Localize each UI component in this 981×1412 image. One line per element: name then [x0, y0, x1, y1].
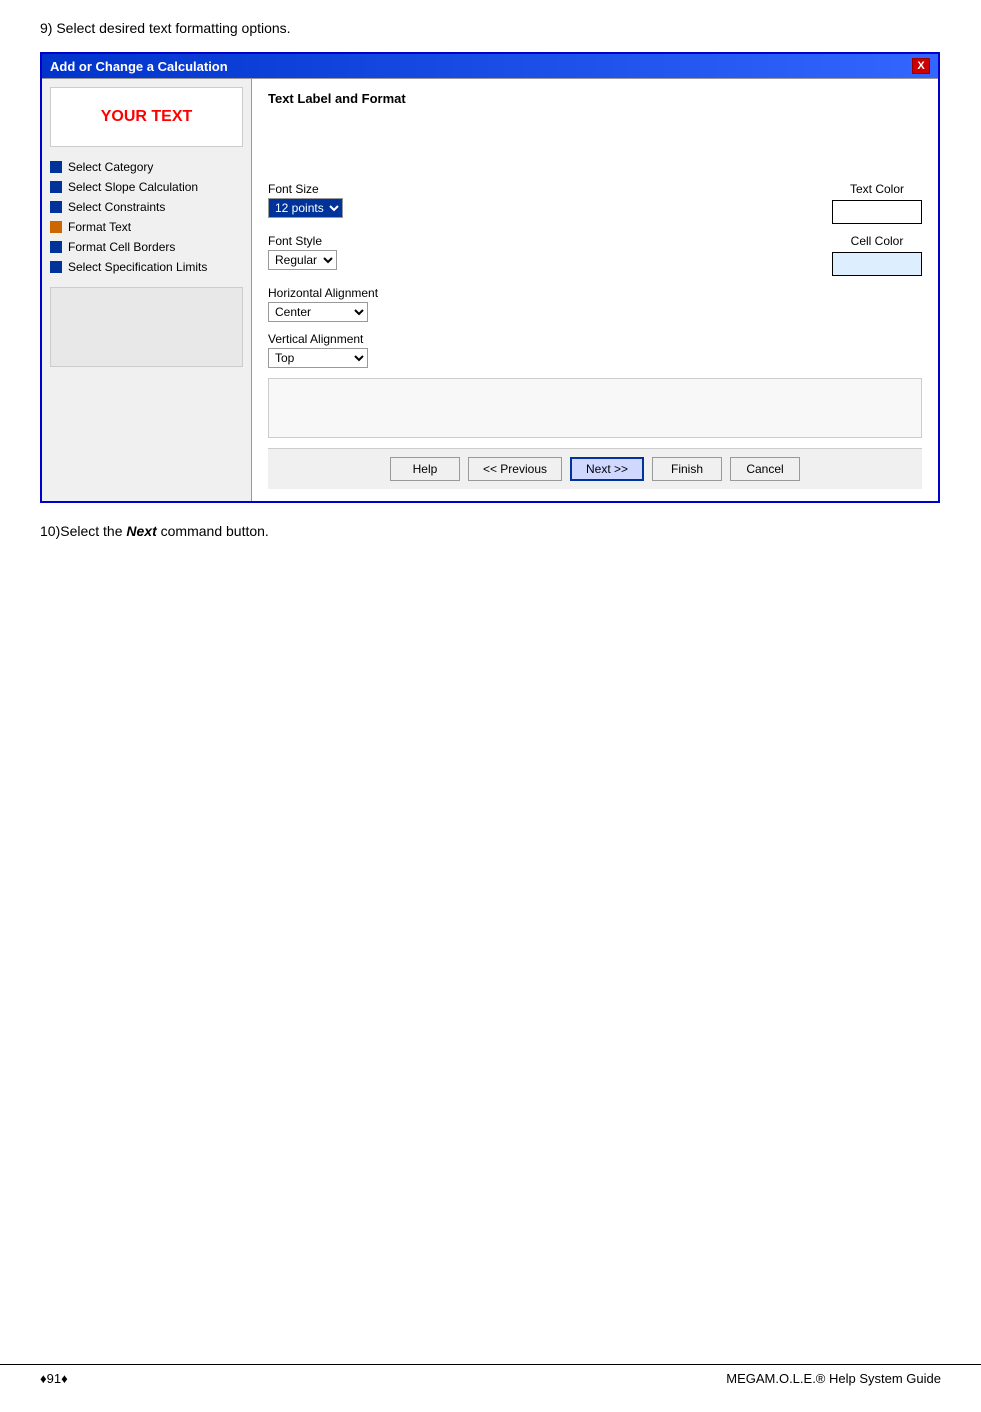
dialog-left-panel: YOUR TEXT Select Category Select Slope C…	[42, 79, 252, 501]
nav-item-select-slope[interactable]: Select Slope Calculation	[50, 179, 243, 195]
dialog-footer: Help << Previous Next >> Finish Cancel	[268, 448, 922, 489]
step9-text: 9) Select desired text formatting option…	[40, 20, 940, 36]
nav-label: Format Cell Borders	[68, 240, 175, 254]
text-color-group: Text Color	[832, 182, 922, 224]
nav-label: Select Constraints	[68, 200, 165, 214]
dialog-right-panel: Text Label and Format Font Size 12 point…	[252, 79, 938, 501]
nav-dot-blue2	[50, 181, 62, 193]
dialog-window: Add or Change a Calculation X YOUR TEXT …	[40, 52, 940, 503]
step10-text: 10)Select the Next command button.	[40, 523, 940, 539]
font-style-group: Font Style Regular Bold Italic	[268, 234, 337, 270]
page-footer: ♦91♦ MEGAM.O.L.E.® Help System Guide	[0, 1364, 981, 1392]
h-align-group: Horizontal Alignment Center Left Right	[268, 286, 922, 322]
footer-left: ♦91♦	[40, 1371, 68, 1386]
top-spacer	[268, 122, 922, 172]
font-size-group: Font Size 12 points 8 points 10 points 1…	[268, 182, 343, 218]
nav-dot-blue4	[50, 241, 62, 253]
nav-dot-blue3	[50, 201, 62, 213]
help-button[interactable]: Help	[390, 457, 460, 481]
font-size-select[interactable]: 12 points 8 points 10 points 14 points 1…	[268, 198, 343, 218]
nav-item-select-spec-limits[interactable]: Select Specification Limits	[50, 259, 243, 275]
dialog-titlebar: Add or Change a Calculation X	[42, 54, 938, 78]
cell-color-label: Cell Color	[851, 234, 904, 248]
font-style-label: Font Style	[268, 234, 337, 248]
nav-item-format-text[interactable]: Format Text	[50, 219, 243, 235]
v-align-label: Vertical Alignment	[268, 332, 922, 346]
font-style-select[interactable]: Regular Bold Italic	[268, 250, 337, 270]
nav-dot-blue5	[50, 261, 62, 273]
cell-color-group: Cell Color	[832, 234, 922, 276]
dialog-title: Add or Change a Calculation	[50, 59, 228, 74]
nav-label: Select Specification Limits	[68, 260, 207, 274]
text-color-label: Text Color	[850, 182, 904, 196]
h-align-select[interactable]: Center Left Right	[268, 302, 368, 322]
text-color-box[interactable]	[832, 200, 922, 224]
h-align-label: Horizontal Alignment	[268, 286, 922, 300]
footer-right: MEGAM.O.L.E.® Help System Guide	[726, 1371, 941, 1386]
v-align-group: Vertical Alignment Top Middle Bottom	[268, 332, 922, 368]
previous-button[interactable]: << Previous	[468, 457, 562, 481]
your-text-label: YOUR TEXT	[101, 108, 193, 126]
nav-dot-orange	[50, 221, 62, 233]
nav-item-format-cell-borders[interactable]: Format Cell Borders	[50, 239, 243, 255]
dialog-body: YOUR TEXT Select Category Select Slope C…	[42, 78, 938, 501]
left-panel-bottom-area	[50, 287, 243, 367]
cancel-button[interactable]: Cancel	[730, 457, 800, 481]
section-title: Text Label and Format	[268, 91, 922, 106]
nav-label: Format Text	[68, 220, 131, 234]
nav-item-select-constraints[interactable]: Select Constraints	[50, 199, 243, 215]
nav-label: Select Category	[68, 160, 153, 174]
next-button[interactable]: Next >>	[570, 457, 644, 481]
v-align-select[interactable]: Top Middle Bottom	[268, 348, 368, 368]
nav-dot-blue	[50, 161, 62, 173]
form-row-font-size-text-color: Font Size 12 points 8 points 10 points 1…	[268, 182, 922, 224]
bottom-preview-area	[268, 378, 922, 438]
close-button[interactable]: X	[912, 58, 930, 74]
finish-button[interactable]: Finish	[652, 457, 722, 481]
nav-label: Select Slope Calculation	[68, 180, 198, 194]
cell-color-box[interactable]	[832, 252, 922, 276]
nav-item-select-category[interactable]: Select Category	[50, 159, 243, 175]
your-text-box: YOUR TEXT	[50, 87, 243, 147]
font-size-label: Font Size	[268, 182, 343, 196]
page-content: 9) Select desired text formatting option…	[40, 20, 940, 539]
form-row-font-style-cell-color: Font Style Regular Bold Italic Cell Colo…	[268, 234, 922, 276]
